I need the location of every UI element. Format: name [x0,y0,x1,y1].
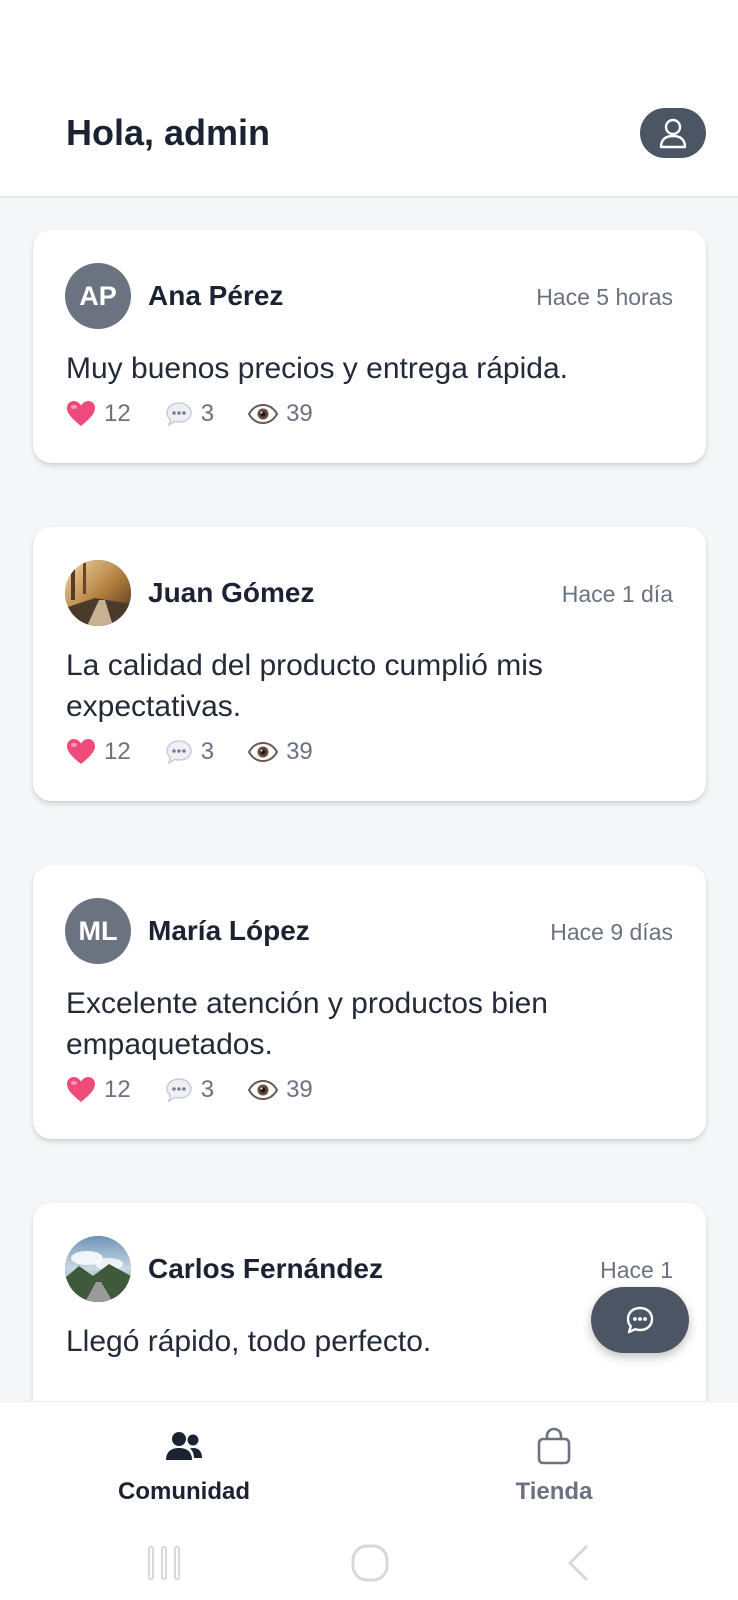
like-count: 12 [104,400,131,427]
nav-item-comunidad[interactable]: Comunidad [74,1426,294,1506]
view-count: 39 [286,1076,313,1103]
nav-label-comunidad: Comunidad [118,1478,250,1505]
community-feed[interactable]: AP Ana Pérez Hace 5 horas Muy buenos pre… [0,198,738,1401]
comment-count: 3 [200,738,215,765]
avatar: AP [65,263,131,329]
heart-icon [67,1077,95,1102]
heart-icon [67,739,95,764]
post-author[interactable]: Juan Gómez [148,577,314,609]
page-title: Hola, admin [66,112,271,153]
home-button[interactable] [350,1543,390,1583]
post-stats: 12 3 39 [66,1076,347,1104]
like-stat[interactable]: 12 [66,1076,131,1104]
comment-stat[interactable]: 3 [165,738,214,766]
view-count: 39 [286,400,313,427]
avatar-photo [65,1236,131,1302]
comment-count: 3 [200,400,215,427]
profile-button[interactable] [640,108,706,158]
nav-item-tienda[interactable]: Tienda [444,1426,664,1506]
view-stat: 39 [248,738,313,766]
avatar [65,560,131,626]
eye-icon [248,1079,279,1101]
eye-icon [248,741,279,763]
back-button[interactable] [562,1543,592,1583]
avatar [65,1236,131,1302]
post-time: Hace 9 días [550,919,673,945]
comment-stat[interactable]: 3 [165,1076,214,1104]
post-author[interactable]: María López [148,915,310,947]
home-icon [351,1544,389,1582]
shopping-bag-icon [537,1427,571,1465]
screen: Hola, admin AP Ana Pérez Hace 5 horas Mu… [0,0,738,1600]
post-card[interactable]: Juan Gómez Hace 1 día La calidad del pro… [33,527,706,801]
nav-label-tienda: Tienda [515,1478,593,1505]
recent-apps-icon [148,1546,180,1580]
like-stat[interactable]: 12 [66,400,131,428]
comment-stat[interactable]: 3 [165,400,214,428]
post-author[interactable]: Ana Pérez [148,280,283,312]
post-author[interactable]: Carlos Fernández [148,1253,383,1285]
post-stats: 12 3 39 [66,400,347,428]
post-card[interactable]: ML María López Hace 9 días Excelente ate… [33,865,706,1139]
post-card[interactable]: AP Ana Pérez Hace 5 horas Muy buenos pre… [33,230,706,463]
bottom-navigation: Comunidad Tienda [0,1401,738,1529]
like-stat[interactable]: 12 [66,738,131,766]
view-count: 39 [286,738,313,765]
post-time: Hace 1 día [561,581,673,607]
avatar: ML [65,898,131,964]
heart-icon [67,401,95,426]
post-time: Hace 1 [600,1257,673,1283]
post-time: Hace 5 horas [536,284,673,310]
view-stat: 39 [248,1076,313,1104]
chat-fab-button[interactable] [591,1287,689,1353]
eye-icon [248,403,279,425]
chat-icon [626,1306,654,1334]
app-header: Hola, admin [0,0,738,198]
post-stats: 12 3 39 [66,738,347,766]
user-icon [659,118,687,149]
speech-bubble-icon [165,1078,192,1103]
speech-bubble-icon [165,402,192,427]
avatar-photo [65,560,131,626]
view-stat: 39 [248,400,313,428]
community-icon [166,1432,202,1460]
system-navigation-bar [0,1529,738,1600]
like-count: 12 [104,738,131,765]
post-text: Excelente atención y productos bien empa… [66,987,548,1061]
comment-count: 3 [200,1076,215,1103]
recent-apps-button[interactable] [146,1543,182,1583]
speech-bubble-icon [165,740,192,765]
back-icon [568,1545,588,1581]
post-text: La calidad del producto cumplió mis expe… [66,649,543,723]
like-count: 12 [104,1076,131,1103]
post-text: Muy buenos precios y entrega rápida. [66,352,568,385]
